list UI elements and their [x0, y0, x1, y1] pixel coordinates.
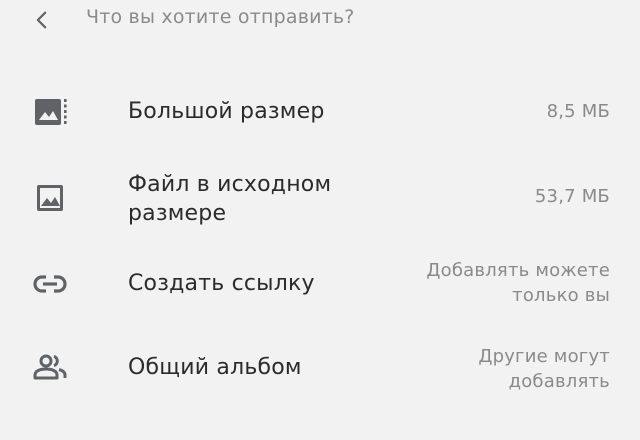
option-size: 8,5 МБ	[546, 101, 610, 122]
share-options-screen: Что вы хотите отправить? Большой размер …	[0, 0, 640, 440]
page-title: Что вы хотите отправить?	[86, 6, 355, 28]
option-original-file[interactable]: Файл в исходном размере 53,7 МБ	[0, 168, 640, 230]
header: Что вы хотите отправить?	[0, 0, 640, 40]
back-button[interactable]	[22, 0, 62, 40]
option-description: Другие могут добавлять	[478, 346, 610, 392]
option-label: Файл в исходном размере	[128, 172, 332, 226]
option-shared-album[interactable]: Общий альбом Другие могут добавлять	[0, 342, 640, 398]
option-description: Добавлять можете только вы	[426, 260, 610, 306]
option-create-link[interactable]: Создать ссылку Добавлять можете только в…	[0, 256, 640, 312]
link-icon	[28, 262, 72, 306]
people-icon	[28, 345, 72, 389]
image-icon	[28, 176, 72, 220]
option-large-size[interactable]: Большой размер 8,5 МБ	[0, 84, 640, 140]
option-label: Создать ссылку	[128, 271, 315, 296]
option-label: Общий альбом	[128, 355, 302, 380]
option-size: 53,7 МБ	[534, 186, 610, 207]
option-label: Большой размер	[128, 99, 325, 124]
large-photo-icon	[28, 90, 72, 134]
chevron-left-icon	[36, 11, 47, 29]
